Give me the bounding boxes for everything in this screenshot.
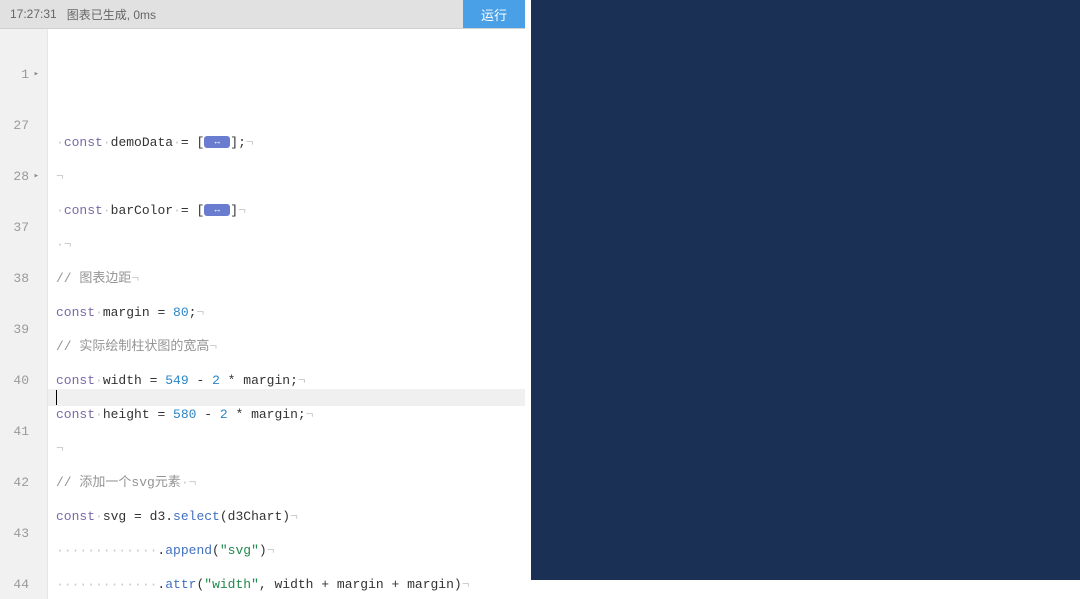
d3-chart-output	[531, 0, 1080, 580]
run-button[interactable]: 运行	[463, 0, 525, 28]
op: -	[196, 407, 219, 422]
text-cursor	[56, 390, 57, 405]
gutter: 1▸ 27 28▸ 37 38 39 40 41 42 43 44 45 46 …	[0, 29, 48, 599]
method: select	[173, 509, 220, 524]
op: * margin;	[220, 373, 298, 388]
code-body[interactable]: ·const·demoData·= [];¬ ¬ ·const·barColor…	[48, 29, 525, 599]
number: 2	[220, 407, 228, 422]
status-text: 17:27:31 图表已生成, 0ms	[0, 6, 463, 23]
line-number: 39	[11, 321, 29, 338]
line-number: 27	[11, 117, 29, 134]
punct: (	[212, 543, 220, 558]
keyword: const	[56, 509, 95, 524]
keyword: const	[56, 407, 95, 422]
keyword: const	[64, 203, 103, 218]
code-editor[interactable]: 1▸ 27 28▸ 37 38 39 40 41 42 43 44 45 46 …	[0, 29, 525, 599]
op: =	[150, 305, 173, 320]
status-message: 图表已生成, 0ms	[67, 6, 156, 23]
punct: ];	[230, 135, 246, 150]
punct: = [	[181, 203, 204, 218]
status-bar: 17:27:31 图表已生成, 0ms 运行	[0, 0, 525, 29]
comment: // 添加一个svg元素	[56, 475, 181, 490]
line-number: 42	[11, 474, 29, 491]
folded-region-icon[interactable]	[204, 136, 230, 148]
identifier: width	[103, 373, 142, 388]
op: -	[189, 373, 212, 388]
op: , width + margin + margin)	[259, 577, 462, 592]
method: append	[165, 543, 212, 558]
identifier: margin	[103, 305, 150, 320]
op: =	[150, 407, 173, 422]
keyword: const	[56, 305, 95, 320]
method: attr	[165, 577, 196, 592]
line-number: 28	[11, 168, 29, 185]
fold-toggle-icon[interactable]: ▸	[31, 168, 39, 185]
fold-toggle-icon[interactable]: ▸	[31, 66, 39, 83]
string: "svg"	[220, 543, 259, 558]
line-number: 41	[11, 423, 29, 440]
identifier: barColor	[111, 203, 173, 218]
line-number: 1	[11, 66, 29, 83]
line-number: 43	[11, 525, 29, 542]
identifier: height	[103, 407, 150, 422]
editor-pane: 17:27:31 图表已生成, 0ms 运行 1▸ 27 28▸ 37 38 3…	[0, 0, 525, 599]
punct: = [	[181, 135, 204, 150]
line-number: 38	[11, 270, 29, 287]
comment: // 图表边距	[56, 271, 131, 286]
line-number: 44	[11, 576, 29, 593]
string: "width"	[204, 577, 259, 592]
punct: (d3Chart)	[220, 509, 290, 524]
identifier: svg	[103, 509, 126, 524]
folded-region-icon[interactable]	[204, 204, 230, 216]
app-root: 17:27:31 图表已生成, 0ms 运行 1▸ 27 28▸ 37 38 3…	[0, 0, 1080, 599]
punct: )	[259, 543, 267, 558]
preview-pane	[525, 0, 1080, 599]
number: 580	[173, 407, 196, 422]
status-time: 17:27:31	[10, 7, 57, 21]
line-number: 40	[11, 372, 29, 389]
op: = d3.	[126, 509, 173, 524]
keyword: const	[64, 135, 103, 150]
line-number: 37	[11, 219, 29, 236]
number: 549	[165, 373, 188, 388]
punct: ]	[230, 203, 238, 218]
number: 2	[212, 373, 220, 388]
comment: // 实际绘制柱状图的宽高	[56, 339, 209, 354]
keyword: const	[56, 373, 95, 388]
identifier: demoData	[111, 135, 173, 150]
number: 80	[173, 305, 189, 320]
op: * margin;	[228, 407, 306, 422]
op: =	[142, 373, 165, 388]
